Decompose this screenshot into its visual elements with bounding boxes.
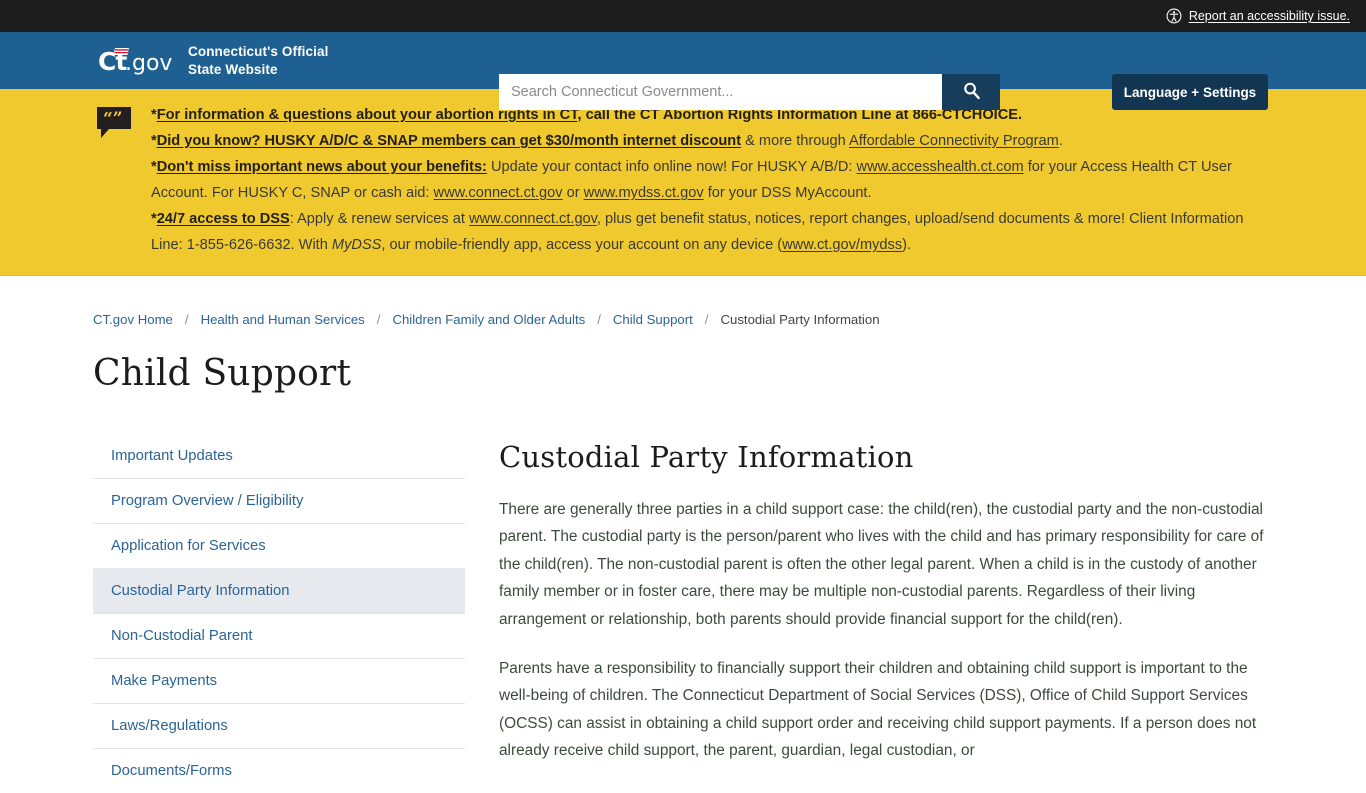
sidebar-item-custodial-party-information[interactable]: Custodial Party Information — [93, 567, 465, 613]
alert-text: ). — [902, 236, 912, 253]
breadcrumb-item[interactable]: Child Support — [613, 312, 693, 327]
alert-line: *Don't miss important news about your be… — [151, 155, 1263, 207]
language-settings-button[interactable]: Language + Settings — [1112, 74, 1268, 110]
body-paragraph: Parents have a responsibility to financi… — [499, 659, 1257, 760]
utility-bar: Report an accessibility issue. — [0, 0, 1366, 32]
accessibility-person-icon — [1166, 8, 1182, 24]
alert-text: for your DSS MyAccount. — [703, 184, 872, 201]
breadcrumb-separator: / — [376, 311, 381, 327]
brand-tagline-line1: Connecticut's Official — [188, 44, 329, 60]
sidebar-item-program-overview-eligibility[interactable]: Program Overview / Eligibility — [93, 477, 465, 523]
alert-link[interactable]: Affordable Connectivity Program — [849, 133, 1059, 149]
breadcrumb-separator: / — [704, 311, 709, 327]
sidebar-item-application-for-services[interactable]: Application for Services — [93, 522, 465, 568]
breadcrumb-item[interactable]: Children Family and Older Adults — [392, 312, 585, 327]
alert-italic-text: MyDSS — [331, 236, 382, 253]
site-header: Ct .gov Connecticut's Official State Web… — [0, 32, 1366, 110]
search-icon — [962, 81, 981, 103]
sidebar-item-laws-regulations[interactable]: Laws/Regulations — [93, 702, 465, 748]
alert-text: . — [1058, 132, 1063, 149]
breadcrumb-item[interactable]: CT.gov Home — [93, 312, 173, 327]
alert-link[interactable]: 24/7 access to DSS — [157, 211, 290, 227]
content-columns: Important Updates Program Overview / Elig… — [93, 440, 1273, 793]
brand-tagline-line2: State Website — [188, 61, 278, 77]
brand-tagline: Connecticut's Official State Website — [188, 43, 328, 78]
alert-link[interactable]: www.ct.gov/mydss — [782, 237, 902, 253]
alert-banner-text: *For information & questions about your … — [151, 103, 1263, 259]
breadcrumb: CT.gov Home / Health and Human Services / Ch… — [93, 312, 1273, 327]
svg-text:“”: “” — [103, 109, 123, 129]
alert-line: *24/7 access to DSS: Apply & renew servi… — [151, 207, 1263, 259]
svg-text:.gov: .gov — [125, 51, 172, 76]
main-content: Custodial Party Information There are ge… — [495, 440, 1273, 793]
alert-link[interactable]: Don't miss important news about your ben… — [157, 159, 487, 175]
alert-link[interactable]: www.connect.ct.gov — [469, 211, 597, 227]
alert-link[interactable]: Did you know? HUSKY A/D/C & SNAP members… — [157, 133, 741, 149]
ctgov-logo-icon: Ct .gov — [98, 44, 174, 78]
page-content: CT.gov Home / Health and Human Services / Ch… — [93, 276, 1273, 793]
section-sidebar-nav: Important Updates Program Overview / Elig… — [93, 440, 465, 793]
alert-text: or — [562, 184, 584, 201]
alert-line: *Did you know? HUSKY A/D/C & SNAP member… — [151, 129, 1263, 155]
report-accessibility-issue-link[interactable]: Report an accessibility issue. — [1166, 8, 1350, 24]
body-paragraph: There are generally three parties in a c… — [499, 500, 1264, 628]
alert-banner: “” *For information & questions about yo… — [0, 89, 1366, 276]
site-logo-link[interactable]: Ct .gov Connecticut's Official State Web… — [98, 43, 328, 78]
sidebar-item-make-payments[interactable]: Make Payments — [93, 657, 465, 703]
breadcrumb-item[interactable]: Health and Human Services — [201, 312, 365, 327]
alert-text: : Apply & renew services at — [289, 210, 469, 227]
sidebar-item-documents-forms[interactable]: Documents/Forms — [93, 747, 465, 793]
alert-text: , our mobile-friendly app, access your a… — [381, 236, 783, 253]
site-search — [499, 74, 1000, 110]
sidebar-item-important-updates[interactable]: Important Updates — [93, 440, 465, 478]
breadcrumb-separator: / — [184, 311, 189, 327]
search-input[interactable] — [499, 74, 942, 110]
main-paragraphs: There are generally three parties in a c… — [499, 496, 1273, 765]
main-heading: Custodial Party Information — [499, 439, 914, 474]
report-accessibility-issue-label: Report an accessibility issue. — [1188, 9, 1350, 23]
breadcrumb-item: Custodial Party Information — [720, 311, 880, 327]
alert-link[interactable]: www.mydss.ct.gov — [584, 185, 704, 201]
alert-text: Update your contact info online now! For… — [486, 158, 857, 175]
breadcrumb-separator: / — [597, 311, 601, 327]
alert-link[interactable]: www.accesshealth.ct.com — [857, 159, 1024, 175]
alert-text: & more through — [741, 132, 849, 149]
alert-link[interactable]: www.connect.ct.gov — [434, 185, 563, 201]
search-submit-button[interactable] — [942, 74, 1000, 110]
page-title: Child Support — [93, 352, 352, 394]
speech-bubble-quote-icon: “” — [95, 105, 133, 143]
sidebar-item-non-custodial-parent[interactable]: Non-Custodial Parent — [93, 612, 465, 658]
